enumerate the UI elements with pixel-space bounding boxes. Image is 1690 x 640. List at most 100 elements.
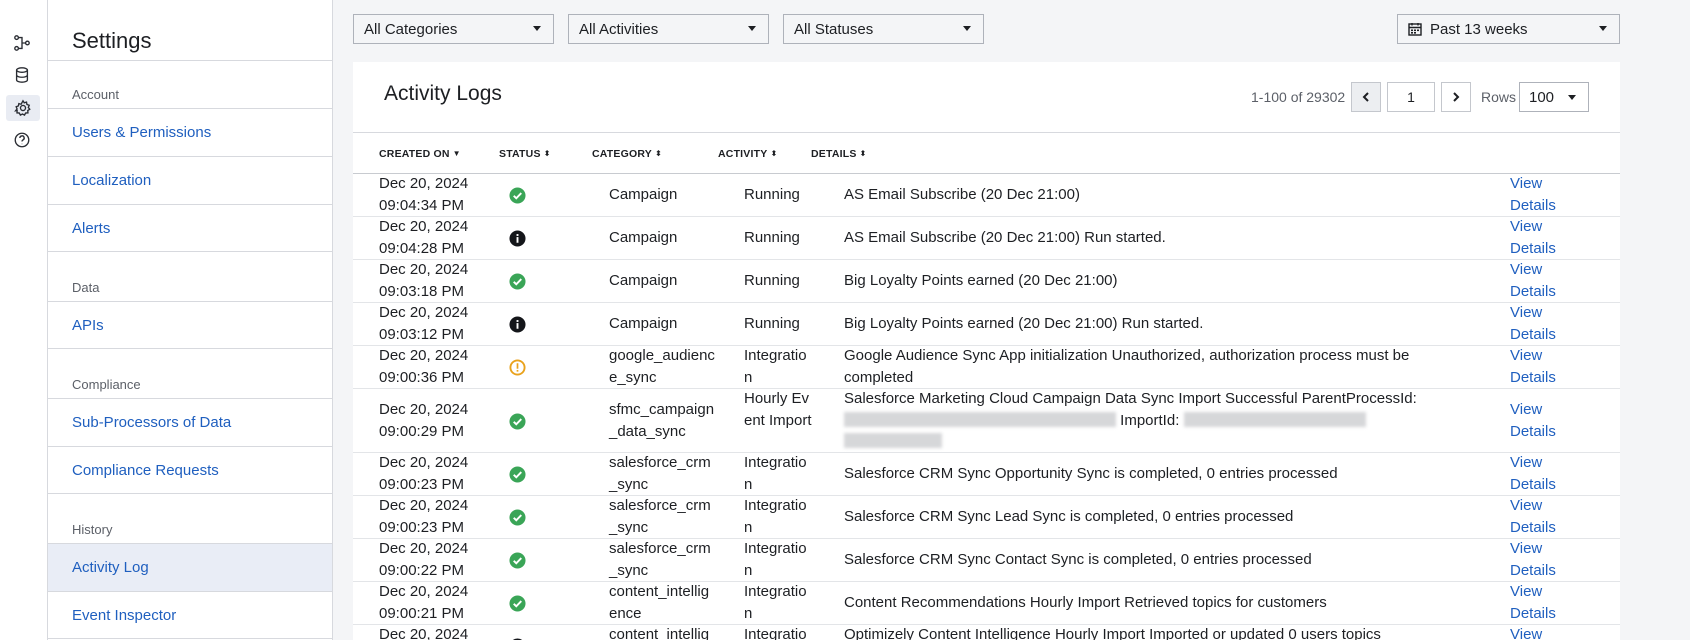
- view-link-line: View: [1510, 261, 1543, 278]
- table-row: Dec 20, 2024 09:00:36 PM google_audience_s…: [353, 346, 1620, 389]
- activity-logs-panel: Activity Logs 1-100 of 29302 Rows 100 CR…: [353, 62, 1620, 640]
- activity-cell: Running: [744, 315, 800, 332]
- view-link-line: View: [1510, 347, 1543, 364]
- details-cell: AS Email Subscribe (20 Dec 21:00) Run st…: [844, 229, 1166, 246]
- date-range-value: Past 13 weeks: [1430, 20, 1528, 38]
- prev-page-button[interactable]: [1351, 82, 1381, 112]
- view-details-link[interactable]: ViewDetails: [1510, 259, 1570, 302]
- column-header-label: CATEGORY: [592, 148, 652, 160]
- created-date: Dec 20, 2024: [379, 218, 469, 235]
- chevron-down-icon: [748, 26, 756, 31]
- database-icon[interactable]: [12, 65, 32, 85]
- view-link-line: View: [1510, 626, 1543, 640]
- activity-cell: Integration: [744, 454, 807, 493]
- rows-label: Rows: [1481, 89, 1517, 105]
- gear-icon[interactable]: [6, 95, 40, 121]
- sidebar-item-alerts[interactable]: Alerts: [48, 204, 332, 252]
- check-circle-icon: [509, 509, 529, 526]
- table-row: Dec 20, 2024 09:00:23 PM salesforce_crm_sy…: [353, 496, 1620, 539]
- sort-icon: ⬍: [654, 149, 662, 158]
- sidebar-item-compliance-requests[interactable]: Compliance Requests: [48, 446, 332, 494]
- view-details-link[interactable]: View Details: [1510, 173, 1570, 216]
- sidebar-item-localization[interactable]: Localization: [48, 156, 332, 204]
- sidebar-item-users-permissions[interactable]: Users & Permissions: [48, 108, 332, 156]
- view-link-line: Details: [1510, 239, 1556, 257]
- details-cell: Big Loyalty Points earned (20 Dec 21:00): [844, 272, 1118, 289]
- sidebar-item-activity-log[interactable]: Activity Log: [48, 543, 332, 591]
- details-text: ImportId:: [1120, 411, 1180, 429]
- view-details-link[interactable]: ViewDetails: [1510, 624, 1570, 640]
- chevron-down-icon: [533, 26, 541, 31]
- view-details-link[interactable]: View Details: [1510, 495, 1570, 538]
- sidebar-item-apis[interactable]: APIs: [48, 301, 332, 349]
- view-details-link[interactable]: ViewDetails: [1510, 216, 1570, 259]
- created-date: Dec 20, 2024: [379, 304, 469, 321]
- column-header-activity[interactable]: ACTIVITY ⬍: [718, 148, 777, 160]
- created-on-cell: Dec 20, 2024 09:03:18 PM: [379, 259, 499, 302]
- chevron-left-icon: [1362, 92, 1369, 102]
- flow-icon[interactable]: [12, 33, 32, 53]
- check-circle-icon: [509, 273, 529, 290]
- view-link-line: Details: [1510, 518, 1556, 536]
- category-cell: Campaign: [609, 186, 678, 203]
- view-link-line: View: [1510, 583, 1543, 600]
- created-on-cell: Dec 20, 2024 09:00:23 PM: [379, 495, 499, 538]
- view-link-line: Details: [1510, 561, 1556, 579]
- created-date: Dec 20, 2024: [379, 454, 469, 471]
- column-header-category[interactable]: CATEGORY ⬍: [592, 148, 662, 160]
- view-link-line: Details: [1510, 475, 1556, 493]
- section-label-account: Account: [72, 87, 119, 102]
- view-details-link[interactable]: View Details: [1510, 399, 1570, 442]
- details-cell: Salesforce Marketing Cloud Campaign Data…: [844, 388, 1434, 453]
- activity-cell: Integration: [744, 347, 807, 386]
- view-link-line: Details: [1510, 196, 1556, 214]
- status-filter-dropdown[interactable]: All Statuses: [783, 14, 984, 44]
- category-cell: Campaign: [609, 315, 678, 332]
- pagination-range: 1-100 of 29302: [1251, 89, 1346, 105]
- view-details-link[interactable]: View Details: [1510, 581, 1570, 624]
- table-row: Dec 20, 2024 09:00:22 PM salesforce_crm_sy…: [353, 539, 1620, 582]
- view-link-line: View: [1510, 497, 1543, 514]
- sort-desc-icon: ▼: [452, 149, 461, 158]
- created-date: Dec 20, 2024: [379, 583, 469, 600]
- view-details-link[interactable]: ViewDetails: [1510, 302, 1570, 345]
- section-label-compliance: Compliance: [72, 377, 141, 392]
- help-icon[interactable]: [12, 130, 32, 150]
- info-circle-icon: [509, 316, 529, 333]
- category-filter-dropdown[interactable]: All Categories: [353, 14, 554, 44]
- sort-icon: ⬍: [859, 149, 867, 158]
- rows-per-page-dropdown[interactable]: 100: [1519, 82, 1589, 112]
- date-range-dropdown[interactable]: Past 13 weeks: [1397, 14, 1620, 44]
- sidebar-item-sub-processors[interactable]: Sub-Processors of Data: [48, 398, 332, 446]
- column-header-details[interactable]: DETAILS ⬍: [811, 148, 866, 160]
- created-time: 09:03:18 PM: [379, 282, 465, 300]
- category-cell: content_intelligence: [609, 626, 710, 640]
- created-time: 09:00:29 PM: [379, 422, 465, 440]
- sidebar-item-event-inspector[interactable]: Event Inspector: [48, 591, 332, 639]
- activity-cell: Running: [744, 186, 800, 203]
- view-details-link[interactable]: ViewDetails: [1510, 345, 1570, 388]
- divider: [48, 60, 332, 61]
- section-label-data: Data: [72, 280, 100, 295]
- activity-filter-dropdown[interactable]: All Activities: [568, 14, 769, 44]
- table-row: Dec 20, 2024 content_intelligence Integrat…: [353, 625, 1620, 640]
- column-header-created-on[interactable]: CREATED ON ▼: [379, 148, 461, 160]
- view-details-link[interactable]: ViewDetails: [1510, 452, 1570, 495]
- view-link-line: Details: [1510, 422, 1556, 440]
- column-header-status[interactable]: STATUS ⬍: [499, 148, 551, 160]
- page-number-input[interactable]: [1387, 82, 1435, 112]
- view-link-line: View: [1510, 175, 1543, 192]
- created-on-cell: Dec 20, 2024 09:00:22 PM: [379, 538, 499, 581]
- next-page-button[interactable]: [1441, 82, 1471, 112]
- table-row: Dec 20, 2024 09:00:29 PM sfmc_campaign_dat…: [353, 389, 1620, 453]
- activity-cell: Integration: [744, 497, 807, 536]
- view-link-line: Details: [1510, 604, 1556, 622]
- column-header-label: ACTIVITY: [718, 148, 768, 160]
- view-details-link[interactable]: ViewDetails: [1510, 538, 1570, 581]
- page-title: Activity Logs: [384, 82, 502, 105]
- created-time: 09:00:22 PM: [379, 561, 465, 579]
- view-link-line: View: [1510, 401, 1543, 418]
- created-on-cell: Dec 20, 2024 09:00:36 PM: [379, 345, 499, 388]
- details-text: Salesforce Marketing Cloud Campaign Data…: [844, 390, 1417, 407]
- created-time: 09:03:12 PM: [379, 325, 465, 343]
